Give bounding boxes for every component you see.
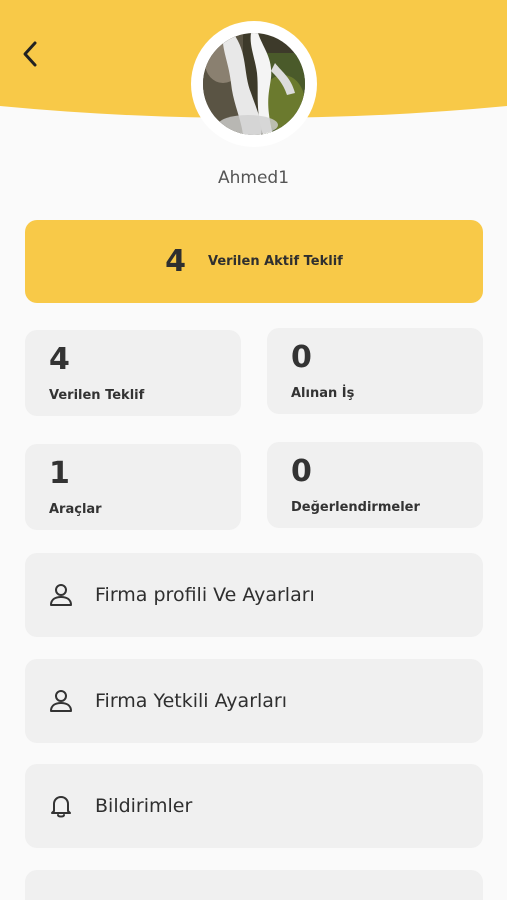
stat-value: 1 (49, 456, 70, 491)
stat-value: 0 (291, 454, 312, 489)
stat-label: Değerlendirmeler (291, 500, 420, 515)
menu-item-company-authorized[interactable]: Firma Yetkili Ayarları (25, 659, 483, 743)
menu-item-company-profile[interactable]: Firma profili Ve Ayarları (25, 553, 483, 637)
stat-value: 4 (49, 342, 70, 377)
stat-card-vehicles[interactable]: 1 Araçlar (25, 444, 241, 530)
stat-card-received-jobs[interactable]: 0 Alınan İş (267, 328, 483, 414)
stat-value: 0 (291, 340, 312, 375)
menu-item-partial[interactable] (25, 870, 483, 900)
active-offers-label: Verilen Aktif Teklif (208, 254, 343, 269)
stat-label: Alınan İş (291, 386, 355, 401)
avatar-frame (191, 21, 317, 147)
stat-card-given-offers[interactable]: 4 Verilen Teklif (25, 330, 241, 416)
avatar[interactable] (203, 33, 305, 135)
waterfall-photo (203, 33, 305, 135)
user-icon (47, 581, 75, 609)
chevron-left-icon (23, 41, 37, 67)
menu-item-notifications[interactable]: Bildirimler (25, 764, 483, 848)
menu-item-label: Firma profili Ve Ayarları (95, 584, 315, 606)
username: Ahmed1 (217, 168, 290, 188)
user-icon (47, 687, 75, 715)
back-button[interactable] (14, 38, 46, 70)
stat-card-reviews[interactable]: 0 Değerlendirmeler (267, 442, 483, 528)
bell-icon (47, 792, 75, 820)
stat-label: Araçlar (49, 502, 102, 517)
menu-item-label: Bildirimler (95, 795, 193, 817)
menu-item-label: Firma Yetkili Ayarları (95, 690, 288, 712)
active-offers-card[interactable]: 4 Verilen Aktif Teklif (25, 220, 483, 303)
stat-label: Verilen Teklif (49, 388, 145, 403)
active-offers-value: 4 (165, 244, 187, 279)
